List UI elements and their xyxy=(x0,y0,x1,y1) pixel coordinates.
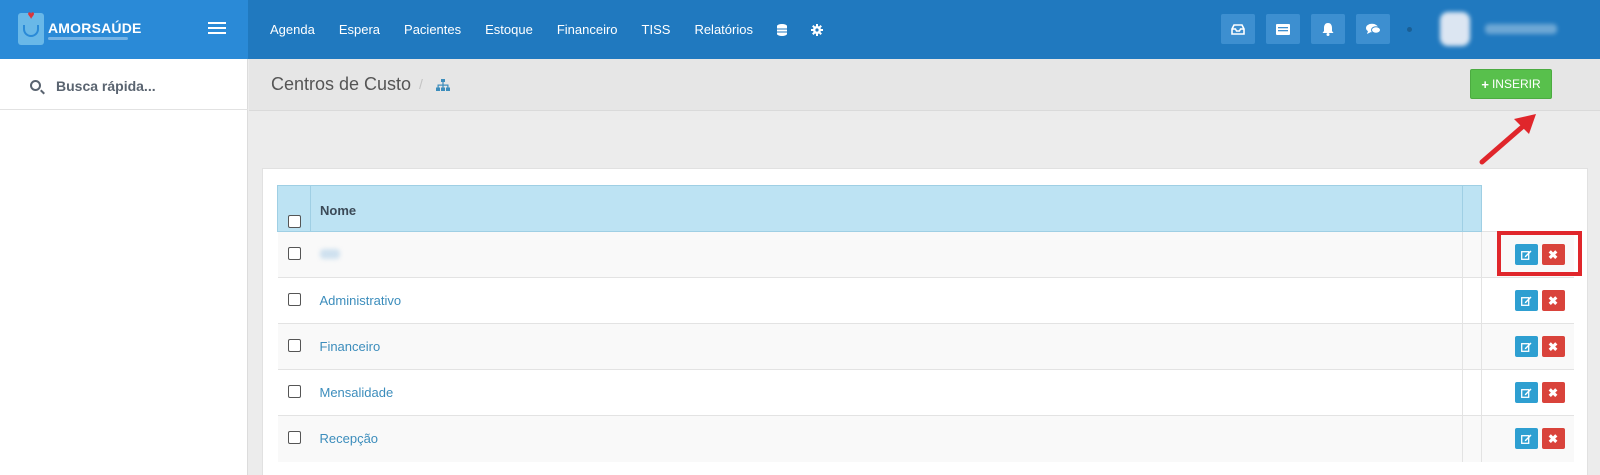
gear-icon[interactable] xyxy=(810,23,823,36)
edit-icon xyxy=(1520,388,1531,398)
nav-item-financeiro[interactable]: Financeiro xyxy=(557,22,618,37)
database-icon[interactable] xyxy=(776,23,787,36)
nav-item-espera[interactable]: Espera xyxy=(339,22,380,37)
row-name-redacted[interactable] xyxy=(319,249,340,259)
row-name-link[interactable]: Financeiro xyxy=(320,339,381,354)
search-icon xyxy=(30,80,41,91)
edit-icon xyxy=(1520,296,1531,306)
row-name-link[interactable]: Administrativo xyxy=(320,293,402,308)
brand-name[interactable]: AMORSAÚDE xyxy=(48,20,142,36)
top-navbar: ♥ AMORSAÚDE Agenda Espera Pacientes Esto… xyxy=(0,0,1600,59)
table-row: Financeiro ✖ xyxy=(277,323,1574,370)
search-input[interactable]: Busca rápida... xyxy=(56,78,156,94)
row-name-link[interactable]: Recepção xyxy=(320,431,379,446)
delete-button[interactable]: ✖ xyxy=(1541,382,1565,403)
row-checkbox[interactable] xyxy=(287,430,301,444)
select-all-checkbox[interactable] xyxy=(288,215,301,228)
brand-area: ♥ AMORSAÚDE xyxy=(0,0,248,59)
breadcrumb-separator: / xyxy=(419,76,423,92)
select-all-cell xyxy=(277,185,311,232)
table-row: Recepção ✖ xyxy=(277,415,1574,462)
row-checkbox[interactable] xyxy=(287,384,301,398)
row-checkbox[interactable] xyxy=(287,338,301,352)
edit-button[interactable] xyxy=(1514,382,1538,403)
list-button[interactable] xyxy=(1266,14,1300,44)
sitemap-icon[interactable] xyxy=(436,79,450,91)
table-row: Mensalidade ✖ xyxy=(277,369,1574,416)
page-title: Centros de Custo xyxy=(271,74,412,94)
page-header: Centros de Custo / + INSERIR xyxy=(249,59,1600,111)
user-name[interactable] xyxy=(1485,24,1557,34)
column-header-actions xyxy=(1481,185,1574,232)
insert-button-label: INSERIR xyxy=(1491,77,1541,91)
delete-button[interactable]: ✖ xyxy=(1541,428,1565,450)
nav-item-tiss[interactable]: TISS xyxy=(642,22,671,37)
edit-button[interactable] xyxy=(1514,428,1538,450)
delete-button[interactable]: ✖ xyxy=(1541,290,1565,311)
menu-toggle-icon[interactable] xyxy=(208,22,226,36)
column-header-nome[interactable]: Nome xyxy=(310,185,1463,232)
close-icon: ✖ xyxy=(1547,385,1559,400)
cost-centers-table: Nome ✖ Administrativo ✖ Financeiro ✖ Men… xyxy=(277,185,1574,462)
notifications-button[interactable] xyxy=(1311,14,1345,44)
row-name-link[interactable]: Mensalidade xyxy=(320,385,394,400)
main-nav: Agenda Espera Pacientes Estoque Financei… xyxy=(270,0,847,59)
row-checkbox[interactable] xyxy=(287,292,301,306)
brand-tagline xyxy=(48,37,128,40)
table-row: ✖ xyxy=(277,231,1574,278)
edit-button[interactable] xyxy=(1514,290,1538,311)
close-icon: ✖ xyxy=(1547,339,1559,354)
list-icon xyxy=(1276,23,1290,35)
logo-icon[interactable]: ♥ xyxy=(18,9,44,45)
annotation-highlight-box xyxy=(1497,231,1582,276)
table-row: Administrativo ✖ xyxy=(277,277,1574,324)
nav-item-relatorios[interactable]: Relatórios xyxy=(694,22,753,37)
edit-icon xyxy=(1520,434,1531,444)
chat-button[interactable] xyxy=(1356,14,1390,44)
row-checkbox[interactable] xyxy=(287,246,301,260)
avatar[interactable] xyxy=(1440,12,1470,46)
close-icon: ✖ xyxy=(1547,293,1559,308)
quick-search[interactable]: Busca rápida... xyxy=(0,59,248,110)
column-header-spacer xyxy=(1462,185,1482,232)
nav-item-pacientes[interactable]: Pacientes xyxy=(404,22,461,37)
content-panel: Nome ✖ Administrativo ✖ Financeiro ✖ Men… xyxy=(262,168,1588,475)
nav-item-agenda[interactable]: Agenda xyxy=(270,22,315,37)
nav-item-estoque[interactable]: Estoque xyxy=(485,22,533,37)
plus-icon: + xyxy=(1481,76,1489,92)
sidebar: Busca rápida... xyxy=(0,59,248,475)
bell-icon xyxy=(1322,22,1334,36)
status-dot xyxy=(1407,27,1412,32)
edit-icon xyxy=(1520,342,1531,352)
chat-icon xyxy=(1365,23,1381,34)
close-icon: ✖ xyxy=(1547,431,1559,446)
annotation-arrow xyxy=(1479,114,1536,165)
insert-button[interactable]: + INSERIR xyxy=(1470,69,1552,99)
edit-button[interactable] xyxy=(1514,336,1538,357)
inbox-icon xyxy=(1231,23,1245,35)
delete-button[interactable]: ✖ xyxy=(1541,336,1565,357)
table-header-row: Nome xyxy=(277,185,1574,232)
inbox-button[interactable] xyxy=(1221,14,1255,44)
